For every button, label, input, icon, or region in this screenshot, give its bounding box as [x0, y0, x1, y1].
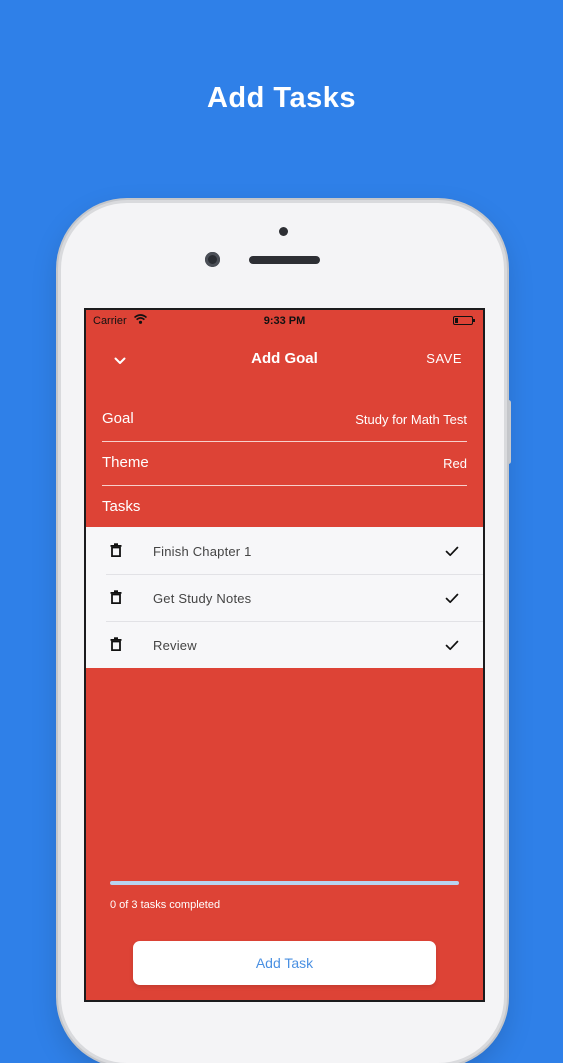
theme-label: Theme — [102, 454, 149, 471]
task-row[interactable]: Review — [86, 621, 483, 668]
status-bar: Carrier 9:33 PM — [86, 310, 483, 332]
check-icon[interactable] — [445, 591, 459, 609]
power-button — [506, 400, 511, 464]
task-label: Review — [153, 638, 197, 653]
add-task-button[interactable]: Add Task — [133, 941, 436, 985]
task-label: Get Study Notes — [153, 591, 252, 606]
goal-row[interactable]: Goal Study for Math Test — [102, 410, 467, 432]
trash-icon[interactable] — [110, 543, 122, 562]
goal-label: Goal — [102, 410, 134, 427]
theme-divider — [102, 485, 467, 486]
task-row[interactable]: Get Study Notes — [86, 574, 483, 621]
goal-divider — [102, 441, 467, 442]
progress-text: 0 of 3 tasks completed — [110, 899, 221, 911]
app-screen: Carrier 9:33 PM Add Goal SAVE Goal Study… — [86, 310, 483, 1000]
proximity-sensor — [279, 227, 288, 236]
task-row[interactable]: Finish Chapter 1 — [86, 527, 483, 574]
goal-value: Study for Math Test — [355, 412, 467, 427]
check-icon[interactable] — [445, 544, 459, 562]
promo-title: Add Tasks — [206, 82, 356, 114]
task-list: Finish Chapter 1 Get Study Notes Review — [86, 527, 483, 668]
battery-icon — [453, 316, 475, 325]
front-camera — [205, 252, 220, 267]
task-label: Finish Chapter 1 — [153, 544, 252, 559]
status-time: 9:33 PM — [263, 315, 306, 327]
theme-row[interactable]: Theme Red — [102, 454, 467, 476]
nav-bar: Add Goal SAVE — [86, 340, 483, 376]
check-icon[interactable] — [445, 638, 459, 656]
save-button[interactable]: SAVE — [426, 351, 462, 366]
trash-icon[interactable] — [110, 590, 122, 609]
tasks-header: Tasks — [102, 498, 467, 520]
theme-value: Red — [443, 456, 467, 471]
earpiece-speaker — [249, 256, 320, 264]
progress-bar — [110, 881, 459, 885]
nav-title: Add Goal — [251, 350, 318, 367]
trash-icon[interactable] — [110, 637, 122, 656]
tasks-label: Tasks — [102, 498, 141, 515]
